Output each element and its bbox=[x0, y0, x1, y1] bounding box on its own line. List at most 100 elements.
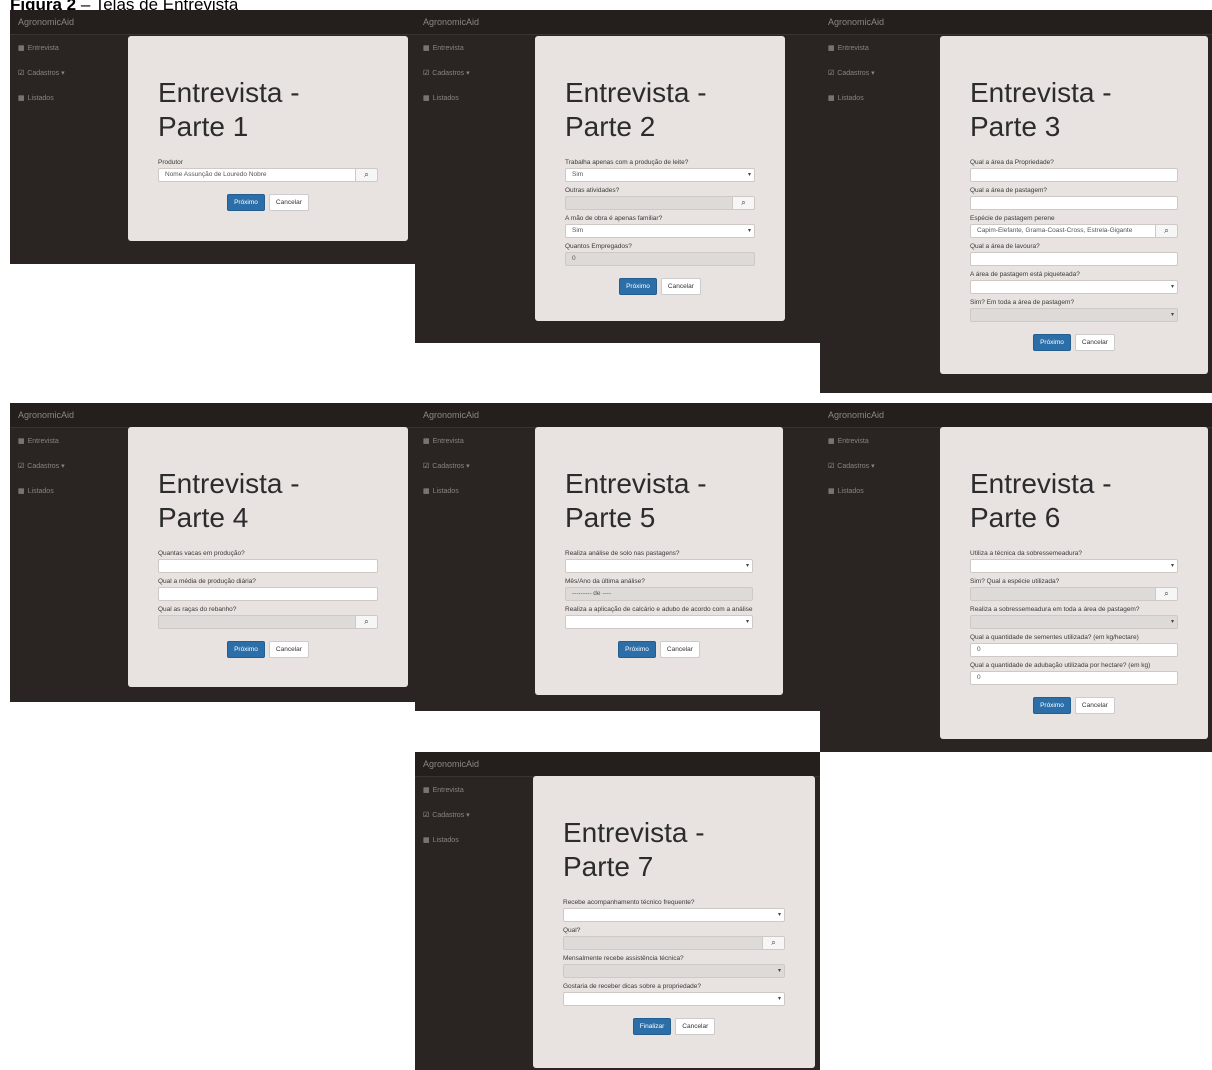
brand-link[interactable]: AgronomicAid bbox=[10, 403, 415, 428]
cancel-button[interactable]: Cancelar bbox=[1074, 697, 1115, 714]
page-title: Entrevista - Parte 3 bbox=[970, 77, 1112, 142]
text-field[interactable] bbox=[970, 196, 1178, 210]
sidebar-item-listados[interactable]: ▦ Listados bbox=[828, 485, 938, 510]
caret-down-icon: ▾ bbox=[777, 968, 781, 974]
field-label: Qual as raças do rebanho? bbox=[158, 606, 237, 613]
sidebar-item-listados[interactable]: ▦ Listados bbox=[18, 485, 128, 510]
field-label: Qual a quantidade de adubação utilizada … bbox=[970, 662, 1151, 669]
sidebar-item-label: Listados bbox=[27, 488, 54, 495]
sidebar-item-listados[interactable]: ▦ Listados bbox=[423, 92, 533, 117]
next-button[interactable]: Próximo bbox=[227, 194, 265, 211]
search-input[interactable]: Nome Assunção de Louredo Nobre bbox=[158, 168, 356, 182]
brand-link[interactable]: AgronomicAid bbox=[415, 10, 820, 35]
field-label: Realiza a sobressemeadura em toda a área… bbox=[970, 606, 1140, 613]
search-icon[interactable]: ⌕ bbox=[1156, 224, 1178, 238]
sidebar-item-cadastros[interactable]: ☑ Cadastros ▾ bbox=[828, 460, 938, 485]
select-field[interactable]: ▾ bbox=[970, 280, 1178, 294]
next-button[interactable]: Próximo bbox=[1033, 334, 1071, 351]
grid-icon: ▦ bbox=[18, 488, 25, 495]
grid-icon: ▦ bbox=[423, 787, 430, 794]
next-button[interactable]: Próximo bbox=[1033, 697, 1071, 714]
text-field[interactable] bbox=[158, 587, 378, 601]
field-label: Qual? bbox=[563, 927, 581, 934]
text-field: --------- de ---- bbox=[565, 587, 753, 601]
field-label: Produtor bbox=[158, 159, 183, 166]
sidebar-item-entrevista[interactable]: ▦ Entrevista bbox=[18, 42, 128, 67]
interview-form-panel: Entrevista - Parte 4 Quantas vacas em pro… bbox=[128, 427, 408, 687]
select-field[interactable]: Sim ▾ bbox=[565, 224, 755, 238]
search-icon[interactable]: ⌕ bbox=[356, 168, 378, 182]
field-value: --------- de ---- bbox=[572, 590, 611, 597]
search-input-group: ⌕ bbox=[563, 936, 785, 950]
sidebar-item-label: Listados bbox=[432, 95, 459, 102]
interview-form-panel: Entrevista - Parte 7 Recebe acompanhament… bbox=[533, 776, 815, 1068]
caret-down-icon: ▾ bbox=[777, 996, 781, 1002]
search-icon[interactable]: ⌕ bbox=[356, 615, 378, 629]
sidebar-nav: ▦ Entrevista ☑ Cadastros ▾ ▦ Listados bbox=[828, 42, 938, 117]
select-field[interactable]: ▾ bbox=[565, 559, 753, 573]
sidebar-item-cadastros[interactable]: ☑ Cadastros ▾ bbox=[828, 67, 938, 92]
field-label: A área de pastagem está piqueteada? bbox=[970, 271, 1080, 278]
checkbox-icon: ☑ bbox=[18, 463, 25, 470]
cancel-button[interactable]: Cancelar bbox=[675, 1018, 716, 1035]
sidebar-item-cadastros[interactable]: ☑ Cadastros ▾ bbox=[423, 460, 533, 485]
sidebar-item-cadastros[interactable]: ☑ Cadastros ▾ bbox=[18, 67, 128, 92]
next-button[interactable]: Próximo bbox=[227, 641, 265, 658]
sidebar-item-entrevista[interactable]: ▦ Entrevista bbox=[423, 42, 533, 67]
cancel-button[interactable]: Cancelar bbox=[659, 641, 700, 658]
next-button[interactable]: Próximo bbox=[618, 641, 656, 658]
select-field[interactable]: ▾ bbox=[563, 992, 785, 1006]
search-input-group: Nome Assunção de Louredo Nobre ⌕ bbox=[158, 168, 378, 182]
select-field[interactable]: ▾ bbox=[970, 559, 1178, 573]
sidebar-item-entrevista[interactable]: ▦ Entrevista bbox=[828, 42, 938, 67]
page-title: Entrevista - Parte 7 bbox=[563, 817, 705, 882]
search-icon[interactable]: ⌕ bbox=[763, 936, 785, 950]
cancel-button[interactable]: Cancelar bbox=[660, 278, 701, 295]
text-field[interactable] bbox=[158, 559, 378, 573]
select-field[interactable]: ▾ bbox=[563, 908, 785, 922]
checkbox-icon: ☑ bbox=[423, 463, 430, 470]
text-field[interactable]: 0 bbox=[970, 643, 1178, 657]
sidebar-item-entrevista[interactable]: ▦ Entrevista bbox=[423, 435, 533, 460]
sidebar-item-cadastros[interactable]: ☑ Cadastros ▾ bbox=[18, 460, 128, 485]
sidebar-item-entrevista[interactable]: ▦ Entrevista bbox=[828, 435, 938, 460]
caret-down-icon: ▾ bbox=[777, 912, 781, 918]
text-field[interactable] bbox=[970, 252, 1178, 266]
search-icon[interactable]: ⌕ bbox=[1156, 587, 1178, 601]
finish-button[interactable]: Finalizar bbox=[632, 1018, 672, 1035]
field-label: Qual a quantidade de sementes utilizada?… bbox=[970, 634, 1139, 641]
search-input-group: Capim-Elefante, Grama-Coast-Cross, Estre… bbox=[970, 224, 1178, 238]
search-input bbox=[565, 196, 733, 210]
select-field[interactable]: ▾ bbox=[565, 615, 753, 629]
sidebar-item-listados[interactable]: ▦ Listados bbox=[828, 92, 938, 117]
cancel-button[interactable]: Cancelar bbox=[1074, 334, 1115, 351]
search-input[interactable]: Capim-Elefante, Grama-Coast-Cross, Estre… bbox=[970, 224, 1156, 238]
search-icon[interactable]: ⌕ bbox=[733, 196, 755, 210]
field-label: Qual a área de pastagem? bbox=[970, 187, 1047, 194]
sidebar-item-cadastros[interactable]: ☑ Cadastros ▾ bbox=[423, 809, 533, 834]
text-field[interactable]: 0 bbox=[970, 671, 1178, 685]
cancel-button[interactable]: Cancelar bbox=[268, 194, 309, 211]
sidebar-item-listados[interactable]: ▦ Listados bbox=[423, 834, 533, 859]
sidebar-item-entrevista[interactable]: ▦ Entrevista bbox=[18, 435, 128, 460]
sidebar-item-cadastros[interactable]: ☑ Cadastros ▾ bbox=[423, 67, 533, 92]
page-title: Entrevista - Parte 2 bbox=[565, 77, 707, 142]
brand-link[interactable]: AgronomicAid bbox=[820, 403, 1212, 428]
interview-screen-7: AgronomicAid ▦ Entrevista ☑ Cadastros ▾ ▦ List… bbox=[415, 752, 820, 1070]
sidebar-item-listados[interactable]: ▦ Listados bbox=[18, 92, 128, 117]
text-field[interactable] bbox=[970, 168, 1178, 182]
sidebar-item-entrevista[interactable]: ▦ Entrevista bbox=[423, 784, 533, 809]
select-field[interactable]: Sim ▾ bbox=[565, 168, 755, 182]
interview-form: Realiza análise de solo nas pastagens? ▾ M… bbox=[565, 549, 753, 629]
cancel-button[interactable]: Cancelar bbox=[268, 641, 309, 658]
brand-link[interactable]: AgronomicAid bbox=[820, 10, 1212, 35]
sidebar-nav: ▦ Entrevista ☑ Cadastros ▾ ▦ Listados bbox=[423, 42, 533, 117]
brand-link[interactable]: AgronomicAid bbox=[415, 752, 820, 777]
brand-link[interactable]: AgronomicAid bbox=[415, 403, 820, 428]
sidebar-item-listados[interactable]: ▦ Listados bbox=[423, 485, 533, 510]
search-input-group: ⌕ bbox=[565, 196, 755, 210]
caret-down-icon: ▾ bbox=[747, 228, 751, 234]
brand-link[interactable]: AgronomicAid bbox=[10, 10, 415, 35]
caret-down-icon: ▾ bbox=[747, 172, 751, 178]
next-button[interactable]: Próximo bbox=[619, 278, 657, 295]
